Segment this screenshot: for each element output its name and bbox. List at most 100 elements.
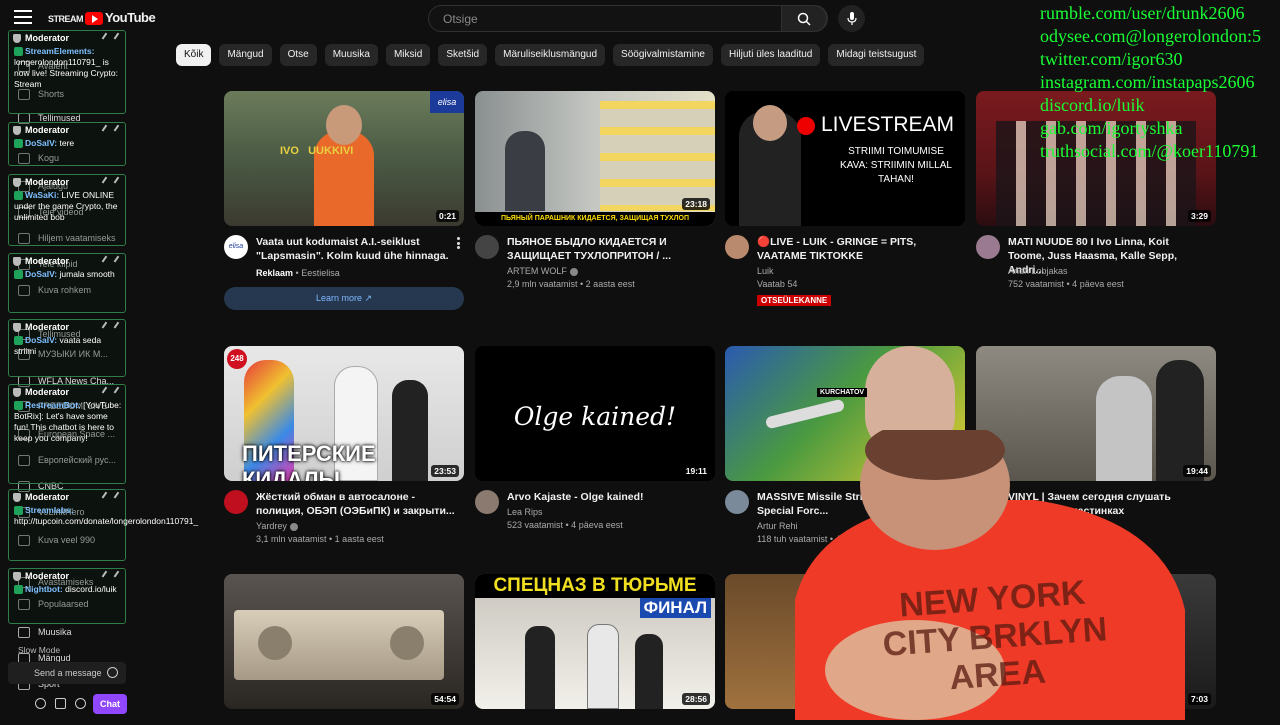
chip-live[interactable]: Otse [279, 44, 317, 66]
edit-icon[interactable] [101, 124, 112, 135]
edit-icon[interactable] [101, 570, 112, 581]
channel-name[interactable]: Lea Rips [507, 506, 712, 519]
chat-bits-icon[interactable] [35, 698, 46, 709]
thumb-text: IVO UUKKIVI [280, 145, 354, 157]
edit-icon-2[interactable] [113, 32, 124, 43]
channel-name[interactable]: Luik [757, 265, 962, 278]
video-thumbnail[interactable]: LIVESTREAM STRIIMI TOIMUMISE KAVA: STRII… [725, 91, 965, 226]
chat-text: jumala smooth [59, 269, 115, 279]
more-options-icon[interactable] [457, 237, 460, 249]
role-text: Moderator [25, 571, 70, 581]
channel-avatar[interactable]: elisa [224, 235, 248, 259]
channel-name[interactable]: ARTEM WOLF [507, 265, 712, 278]
video-title[interactable]: 🔴LIVE - LUIK - GRINGE = PITS, VAATAME TI… [757, 235, 957, 263]
chat-username[interactable]: DoSaIV: [25, 335, 57, 345]
moderator-shield-icon [13, 571, 21, 581]
voice-search-button[interactable] [838, 5, 865, 32]
edit-icon-2[interactable] [113, 255, 124, 266]
chip-cooking[interactable]: Söögivalmistamine [613, 44, 713, 66]
video-duration: 23:53 [431, 465, 459, 477]
video-title[interactable]: ПЬЯНОЕ БЫДЛО КИДАЕТСЯ И ЗАЩИЩАЕТ ТУХЛОПР… [507, 235, 707, 263]
chat-username[interactable]: StreamElements: [25, 46, 94, 56]
chat-emoji-icon[interactable] [107, 667, 118, 678]
search-input[interactable] [441, 10, 761, 28]
channel-avatar[interactable] [475, 235, 499, 259]
video-thumbnail[interactable]: IVO UUKKIVI elisa 0:21 [224, 91, 464, 226]
chat-username[interactable]: RestreamBot: [25, 400, 81, 410]
video-thumbnail[interactable]: ПЬЯНЫЙ ПАРАШНИК КИДАЕТСЯ, ЗАЩИЩАЯ ТУХЛОП… [475, 91, 715, 226]
chip-mixes[interactable]: Miksid [385, 44, 431, 66]
chat-username[interactable]: Nightbot: [25, 584, 63, 594]
chip-something-different[interactable]: Midagi teistsugust [828, 44, 925, 66]
video-thumbnail[interactable]: Olge kained! 19:11 [475, 346, 715, 481]
moderator-label: Moderator [13, 256, 69, 266]
channel-name[interactable]: Yardrey [256, 520, 461, 533]
chip-sketches[interactable]: Sketšid [438, 44, 488, 66]
chip-all[interactable]: Kõik [176, 44, 212, 66]
chat-username[interactable]: WaSaKi: [25, 190, 59, 200]
channel-avatar[interactable] [725, 490, 749, 514]
edit-icon[interactable] [101, 321, 112, 332]
edit-icon[interactable] [101, 255, 112, 266]
edit-icon-2[interactable] [113, 176, 124, 187]
moderator-label: Moderator [13, 33, 69, 43]
video-thumbnail[interactable]: СПЕЦНАЗ В ТЮРЬМЕ ФИНАЛ 28:56 [475, 574, 715, 709]
chat-gift-icon[interactable] [55, 698, 66, 709]
channel-avatar[interactable] [475, 490, 499, 514]
rumble-link[interactable]: rumble.com/user/drunk2606 [1040, 2, 1280, 25]
channel-name[interactable]: Andri Lobjakas [1008, 265, 1213, 278]
edit-icon-2[interactable] [113, 124, 124, 135]
thumb-text: СПЕЦНАЗ В ТЮРЬМЕ [475, 574, 715, 598]
video-title[interactable]: Жёсткий обман в автосалоне - полиция, ОБ… [256, 490, 456, 518]
truthsocial-link[interactable]: truthsocial.com/@koer110791 [1040, 140, 1280, 163]
chip-action-adventure[interactable]: Märuliseiklusmängud [495, 44, 606, 66]
video-thumbnail[interactable]: 54:54 [224, 574, 464, 709]
discord-link[interactable]: discord.io/luik [1040, 94, 1280, 117]
gab-link[interactable]: gab.com/igortyshka [1040, 117, 1280, 140]
chat-send-button[interactable]: Chat [93, 694, 127, 714]
video-title[interactable]: Arvo Kajaste - Olge kained! [507, 490, 707, 504]
channel-label: Yardrey [256, 521, 287, 531]
edit-icon-2[interactable] [113, 491, 124, 502]
chip-recently-uploaded[interactable]: Hiljuti üles laaditud [720, 44, 821, 66]
video-stats: 523 vaatamist • 4 päeva eest [507, 520, 623, 530]
video-title[interactable]: Vaata uut kodumaist A.I.-seiklust "Lapsm… [256, 235, 456, 263]
menu-icon[interactable] [14, 10, 32, 24]
twitter-link[interactable]: twitter.com/igor630 [1040, 48, 1280, 71]
channel-avatar[interactable] [725, 235, 749, 259]
chip-music[interactable]: Muusika [324, 44, 378, 66]
edit-icon-2[interactable] [113, 570, 124, 581]
thumb-face [326, 105, 362, 145]
instagram-link[interactable]: instagram.com/instapaps2606 [1040, 71, 1280, 94]
chat-settings-icon[interactable] [75, 698, 86, 709]
thumb-person [525, 626, 555, 709]
chat-text: longerolondon110791_ is now live! Stream… [14, 57, 118, 89]
moderator-label: Moderator [13, 322, 69, 332]
edit-icon[interactable] [101, 386, 112, 397]
video-thumbnail[interactable]: 248 ПИТЕРСКИЕ КИДАЛЫ 23:53 [224, 346, 464, 481]
chat-message: Moderator RestreamBot: [YouTube: BotRix]:… [8, 384, 126, 484]
edit-icon[interactable] [101, 32, 112, 43]
chat-username[interactable]: DoSaIV: [25, 138, 57, 148]
learn-more-label: Learn more [315, 293, 362, 303]
chat-message: Moderator Nightbot: discord.io/luik [8, 568, 126, 624]
channel-label: ARTEM WOLF [507, 266, 567, 276]
learn-more-button[interactable]: Learn more ↗ [224, 287, 464, 310]
edit-icon-2[interactable] [113, 321, 124, 332]
chip-games[interactable]: Mängud [219, 44, 272, 66]
video-meta: Reklaam • Eestielisa [256, 268, 340, 278]
search-icon [797, 12, 811, 26]
edit-icon[interactable] [101, 491, 112, 502]
edit-icon[interactable] [101, 176, 112, 187]
channel-name[interactable]: Eestielisa [301, 268, 340, 278]
edit-icon-2[interactable] [113, 386, 124, 397]
sidebar-item[interactable]: Muusika [18, 624, 128, 640]
search-button[interactable] [781, 5, 827, 32]
chat-username[interactable]: Streamlabs: [25, 505, 74, 515]
odysee-link[interactable]: odysee.com@longerolondon:5 [1040, 25, 1280, 48]
channel-avatar[interactable] [224, 490, 248, 514]
video-stats: 2,9 mln vaatamist • 2 aasta eest [507, 279, 635, 289]
youtube-logo[interactable]: STREAM YouTube [48, 10, 156, 26]
channel-avatar[interactable] [976, 235, 1000, 259]
chat-username[interactable]: DoSaIV: [25, 269, 57, 279]
